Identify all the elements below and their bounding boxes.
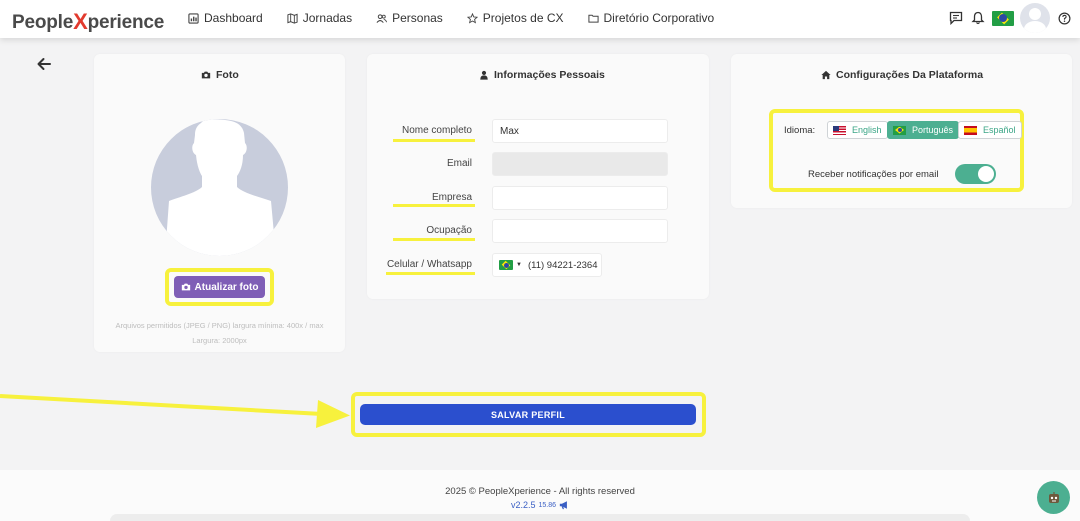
home-icon — [821, 70, 831, 80]
save-profile-button[interactable]: SALVAR PERFIL — [360, 404, 696, 425]
bell-icon[interactable] — [970, 10, 986, 26]
email-notifications-toggle[interactable] — [955, 164, 996, 184]
email-input[interactable] — [492, 152, 668, 176]
language-label: Idioma: — [784, 125, 816, 136]
phone-label-underline — [386, 272, 475, 275]
nav-projetos-cx[interactable]: Projetos de CX — [466, 11, 564, 25]
dashboard-icon — [188, 12, 199, 24]
help-chat-button[interactable] — [1037, 481, 1070, 514]
occupation-input[interactable] — [492, 219, 668, 243]
nav-personas[interactable]: Personas — [376, 11, 443, 25]
language-espanol-button[interactable]: Español — [958, 121, 1022, 139]
brazil-flag-icon[interactable] — [499, 260, 513, 270]
version-number: v2.2.5 — [510, 500, 536, 510]
photo-note-line2: Largura: 2000px — [192, 336, 247, 345]
map-icon — [287, 12, 298, 24]
camera-icon — [181, 283, 190, 291]
users-icon — [376, 13, 388, 23]
brazil-flag-icon — [893, 125, 906, 135]
user-icon — [480, 70, 488, 80]
email-notifications-label: Receber notificações por email — [808, 169, 939, 180]
annotation-arrow-icon — [0, 394, 350, 428]
version-info: v2.2.5 15.86 — [0, 500, 1080, 510]
name-label: Nome completo — [401, 125, 472, 136]
name-label-underline — [393, 139, 475, 142]
camera-icon — [201, 71, 211, 79]
nav-dashboard[interactable]: Dashboard — [188, 11, 263, 25]
language-english-button[interactable]: English — [827, 121, 888, 139]
spain-flag-icon — [964, 125, 977, 135]
company-label-underline — [393, 204, 475, 207]
main-nav: Dashboard Jornadas Personas Projetos de … — [188, 11, 738, 25]
back-arrow-icon[interactable] — [36, 56, 52, 72]
photo-note-line1: Arquivos permitidos (JPEG / PNG) largura… — [115, 321, 324, 330]
photo-card-title: Foto — [201, 69, 239, 81]
brand-logo[interactable]: PeopleXperience — [12, 8, 164, 34]
bottom-strip — [110, 514, 970, 521]
nav-diretorio-corporativo[interactable]: Diretório Corporativo — [587, 11, 714, 25]
phone-input[interactable]: ▼ (11) 94221-2364 — [492, 253, 602, 277]
company-input[interactable] — [492, 186, 668, 210]
nav-jornadas[interactable]: Jornadas — [287, 11, 352, 25]
brazil-flag-icon[interactable] — [992, 10, 1014, 26]
top-navbar: PeopleXperience Dashboard Jornadas Perso… — [0, 0, 1080, 38]
feedback-icon[interactable] — [948, 10, 964, 26]
name-input[interactable]: Max — [492, 119, 668, 143]
folder-icon — [587, 14, 599, 23]
occupation-label: Ocupação — [426, 225, 472, 236]
update-photo-button[interactable]: Atualizar foto — [174, 276, 265, 298]
user-avatar[interactable] — [1020, 3, 1050, 33]
company-label: Empresa — [431, 192, 472, 203]
phone-label: Celular / Whatsapp — [386, 259, 472, 270]
chevron-down-icon: ▼ — [516, 262, 522, 268]
footer-copyright: 2025 © PeopleXperience - All rights rese… — [445, 486, 635, 497]
language-portugues-button[interactable]: Português — [887, 121, 960, 139]
robot-icon — [1048, 491, 1059, 503]
email-label: Email — [446, 158, 472, 169]
platform-card-title: Configurações Da Plataforma — [821, 69, 983, 81]
build-number: 15.86 — [538, 501, 557, 509]
star-icon — [466, 12, 478, 24]
us-flag-icon — [833, 125, 846, 135]
profile-photo-placeholder — [151, 119, 288, 256]
megaphone-icon[interactable] — [559, 500, 569, 510]
phone-value: (11) 94221-2364 — [527, 259, 598, 271]
personal-card-title: Informações Pessoais — [479, 69, 605, 81]
top-right-actions — [948, 3, 1072, 33]
help-circle-icon[interactable] — [1056, 10, 1072, 26]
occupation-label-underline — [393, 238, 475, 241]
